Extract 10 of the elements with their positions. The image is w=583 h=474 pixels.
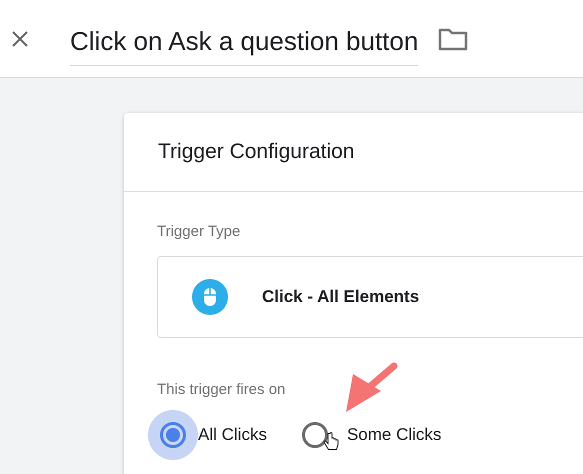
radio-option[interactable]: All Clicks [148, 410, 267, 460]
mouse-icon [192, 279, 228, 315]
folder-icon[interactable] [438, 26, 468, 50]
section-label: Trigger Type [157, 223, 240, 240]
card-title: Trigger Configuration [158, 139, 354, 166]
close-icon [10, 28, 30, 48]
annotation-arrow [344, 362, 398, 414]
trigger-type-selector[interactable]: Click - All Elements [157, 256, 583, 338]
section-label: This trigger fires on [157, 381, 286, 398]
hand-cursor-icon [323, 432, 339, 452]
